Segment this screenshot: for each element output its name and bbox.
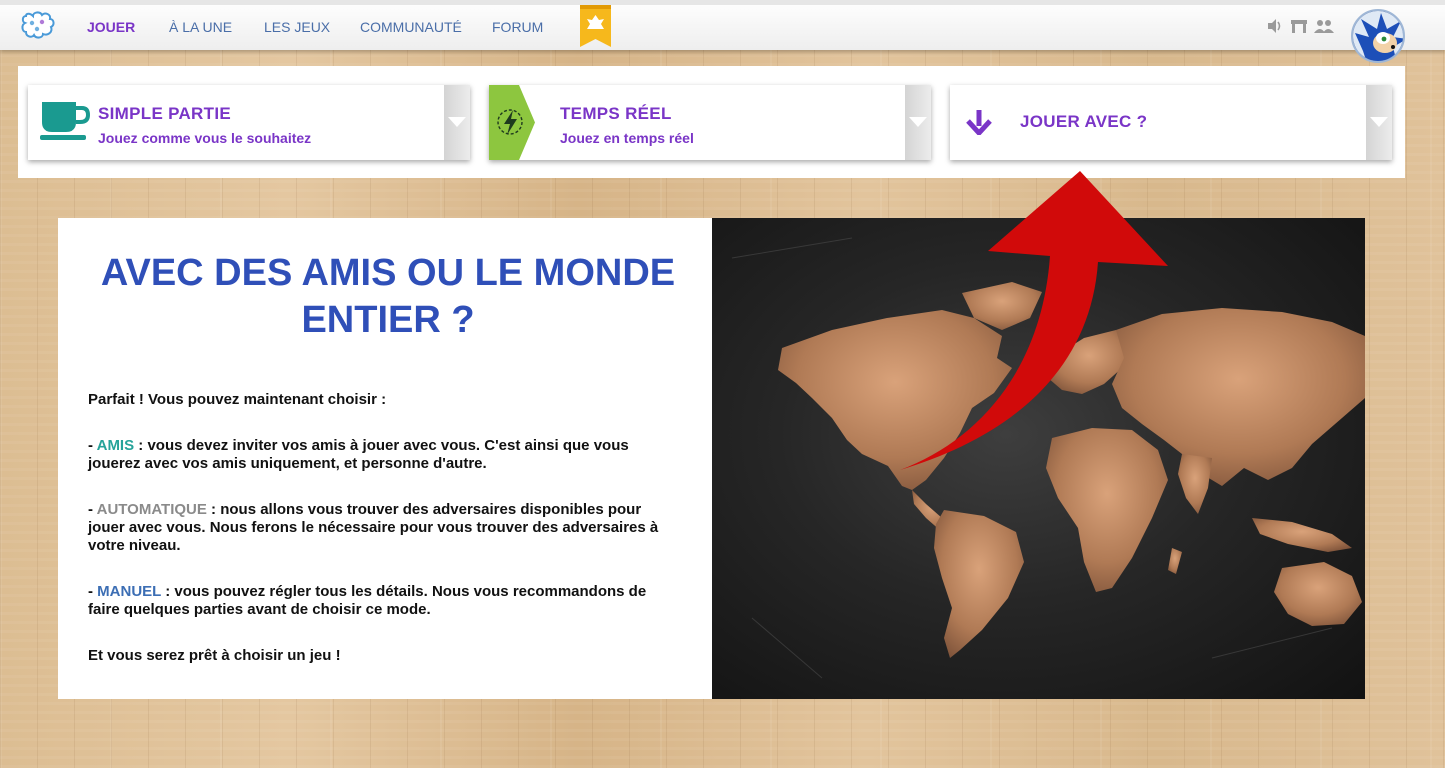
step-title: SIMPLE PARTIE — [98, 104, 231, 123]
top-icons-group — [1266, 17, 1334, 35]
step-toggle-button[interactable] — [1366, 85, 1392, 160]
option-prefix: - — [88, 583, 98, 600]
option-prefix: - — [88, 437, 97, 454]
cup-icon — [40, 100, 91, 147]
info-outro: Et vous serez prêt à choisir un jeu ! — [88, 647, 341, 664]
step-toggle-button[interactable] — [444, 85, 470, 160]
premium-badge-icon[interactable] — [580, 5, 611, 47]
step-subtitle: Jouez en temps réel — [560, 130, 694, 146]
chevron-down-icon — [909, 117, 927, 127]
option-prefix: - — [88, 501, 97, 518]
step-title: JOUER AVEC ? — [1020, 112, 1148, 131]
top-navigation-bar: JOUER À LA UNE LES JEUX COMMUNAUTÉ FORUM — [0, 0, 1445, 63]
option-amis-description: - AMIS : vous devez inviter vos amis à j… — [88, 437, 678, 473]
option-text: : vous devez inviter vos amis à jouer av… — [88, 437, 629, 472]
info-title: AVEC DES AMIS OU LE MONDE ENTIER ? — [100, 252, 676, 341]
chevron-down-icon — [1370, 117, 1388, 127]
step-title: TEMPS RÉEL — [560, 104, 672, 123]
option-keyword-automatique: AUTOMATIQUE — [96, 501, 207, 518]
arrow-down-icon — [966, 109, 992, 140]
site-logo-icon[interactable] — [20, 10, 56, 42]
option-keyword-manuel: MANUEL — [97, 583, 162, 600]
option-keyword-amis: AMIS — [96, 437, 135, 454]
world-map-image — [712, 218, 1365, 699]
chevron-down-icon — [448, 117, 466, 127]
info-panel: AVEC DES AMIS OU LE MONDE ENTIER ? Parfa… — [58, 218, 713, 699]
nav-item-forum[interactable]: FORUM — [492, 19, 543, 35]
option-manuel-description: - MANUEL : vous pouvez régler tous les d… — [88, 583, 678, 619]
user-avatar[interactable] — [1351, 9, 1405, 63]
sound-icon[interactable] — [1266, 17, 1284, 35]
step-subtitle: Jouez comme vous le souhaitez — [98, 130, 312, 146]
step-jouer-avec[interactable]: JOUER AVEC ? — [950, 85, 1392, 160]
group-icon[interactable] — [1314, 17, 1334, 35]
table-icon[interactable] — [1290, 17, 1308, 35]
step-simple-partie[interactable]: SIMPLE PARTIE Jouez comme vous le souhai… — [28, 85, 470, 160]
step-toggle-button[interactable] — [905, 85, 931, 160]
nav-item-communaute[interactable]: COMMUNAUTÉ — [360, 19, 462, 35]
lightning-icon — [489, 85, 535, 165]
nav-item-les-jeux[interactable]: LES JEUX — [264, 19, 330, 35]
info-intro: Parfait ! Vous pouvez maintenant choisir… — [88, 391, 387, 408]
game-setup-wizard: SIMPLE PARTIE Jouez comme vous le souhai… — [18, 66, 1405, 178]
nav-item-a-la-une[interactable]: À LA UNE — [169, 19, 232, 35]
option-automatique-description: - AUTOMATIQUE : nous allons vous trouver… — [88, 501, 678, 555]
option-text: : vous pouvez régler tous les détails. N… — [88, 583, 647, 618]
step-temps-reel[interactable]: TEMPS RÉEL Jouez en temps réel — [489, 85, 931, 160]
nav-item-jouer[interactable]: JOUER — [87, 19, 135, 35]
